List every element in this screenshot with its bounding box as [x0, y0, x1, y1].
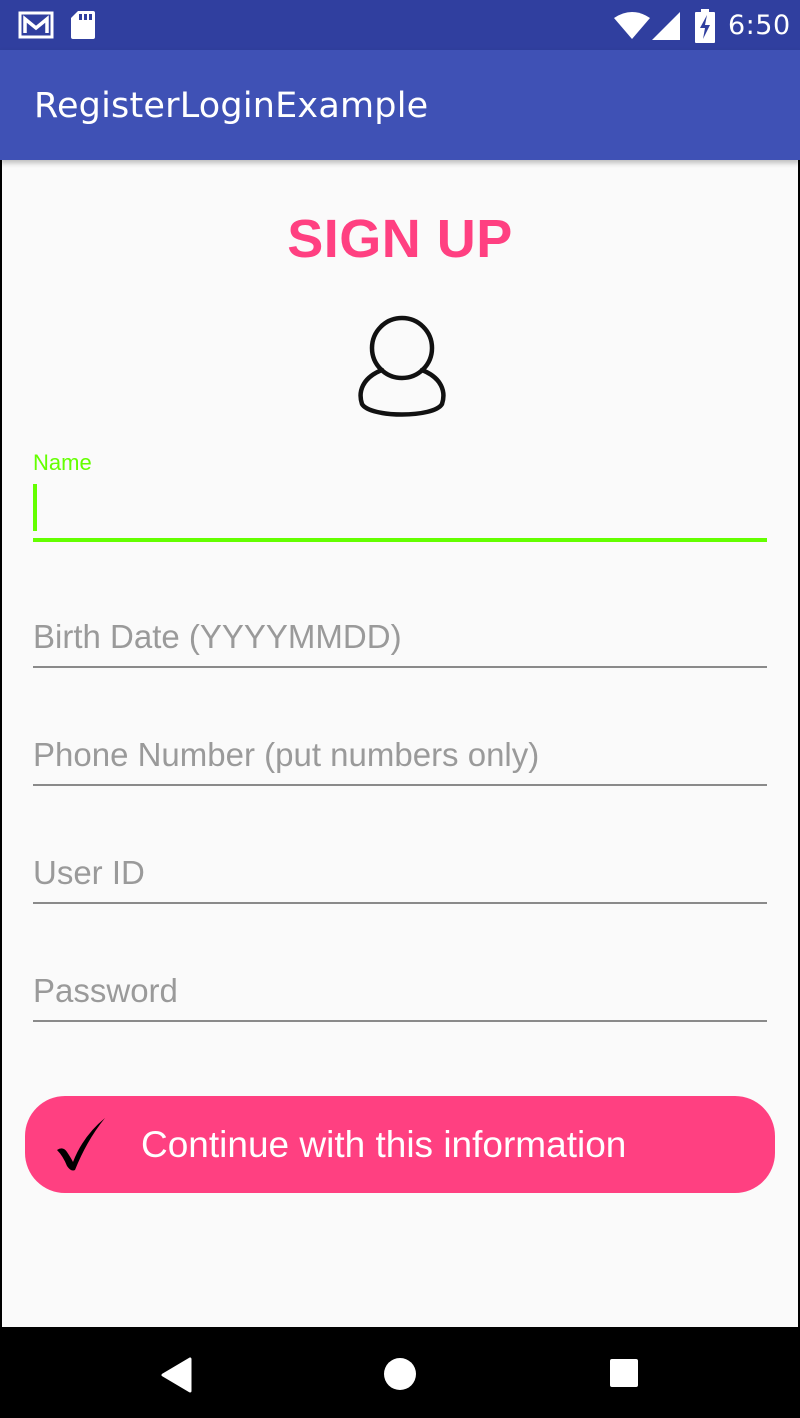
recents-icon[interactable] — [609, 1358, 639, 1392]
birth-date-field-wrapper — [33, 608, 767, 670]
battery-charging-icon — [695, 9, 715, 47]
page-title: SIGN UP — [287, 209, 513, 269]
name-field-underline — [33, 538, 767, 542]
gmail-icon — [18, 10, 54, 44]
back-icon[interactable] — [160, 1357, 192, 1397]
sd-card-icon — [70, 10, 96, 44]
name-field[interactable]: Name — [33, 450, 767, 554]
continue-button-label: Continue with this information — [141, 1124, 627, 1165]
continue-button[interactable]: Continue with this information — [25, 1096, 775, 1193]
navigation-bar — [0, 1327, 800, 1418]
app-title: RegisterLoginExample — [34, 86, 429, 126]
phone-number-field[interactable] — [33, 726, 767, 786]
wifi-icon — [614, 12, 650, 43]
status-bar: 6:50 — [0, 0, 800, 50]
app-bar: RegisterLoginExample — [0, 50, 800, 160]
cell-signal-icon — [652, 12, 680, 44]
checkmark-icon — [53, 1116, 107, 1176]
name-field-label: Name — [33, 450, 92, 475]
text-cursor — [33, 484, 37, 531]
user-id-field-wrapper — [33, 844, 767, 906]
password-field[interactable] — [33, 962, 767, 1022]
user-avatar-icon — [356, 314, 448, 426]
user-id-field[interactable] — [33, 844, 767, 904]
home-icon[interactable] — [382, 1356, 418, 1396]
signup-form: SIGN UP Name Continue with this informat… — [2, 160, 798, 1327]
status-time: 6:50 — [728, 10, 791, 41]
birth-date-field[interactable] — [33, 608, 767, 668]
password-field-wrapper — [33, 962, 767, 1024]
phone-field-wrapper — [33, 726, 767, 788]
